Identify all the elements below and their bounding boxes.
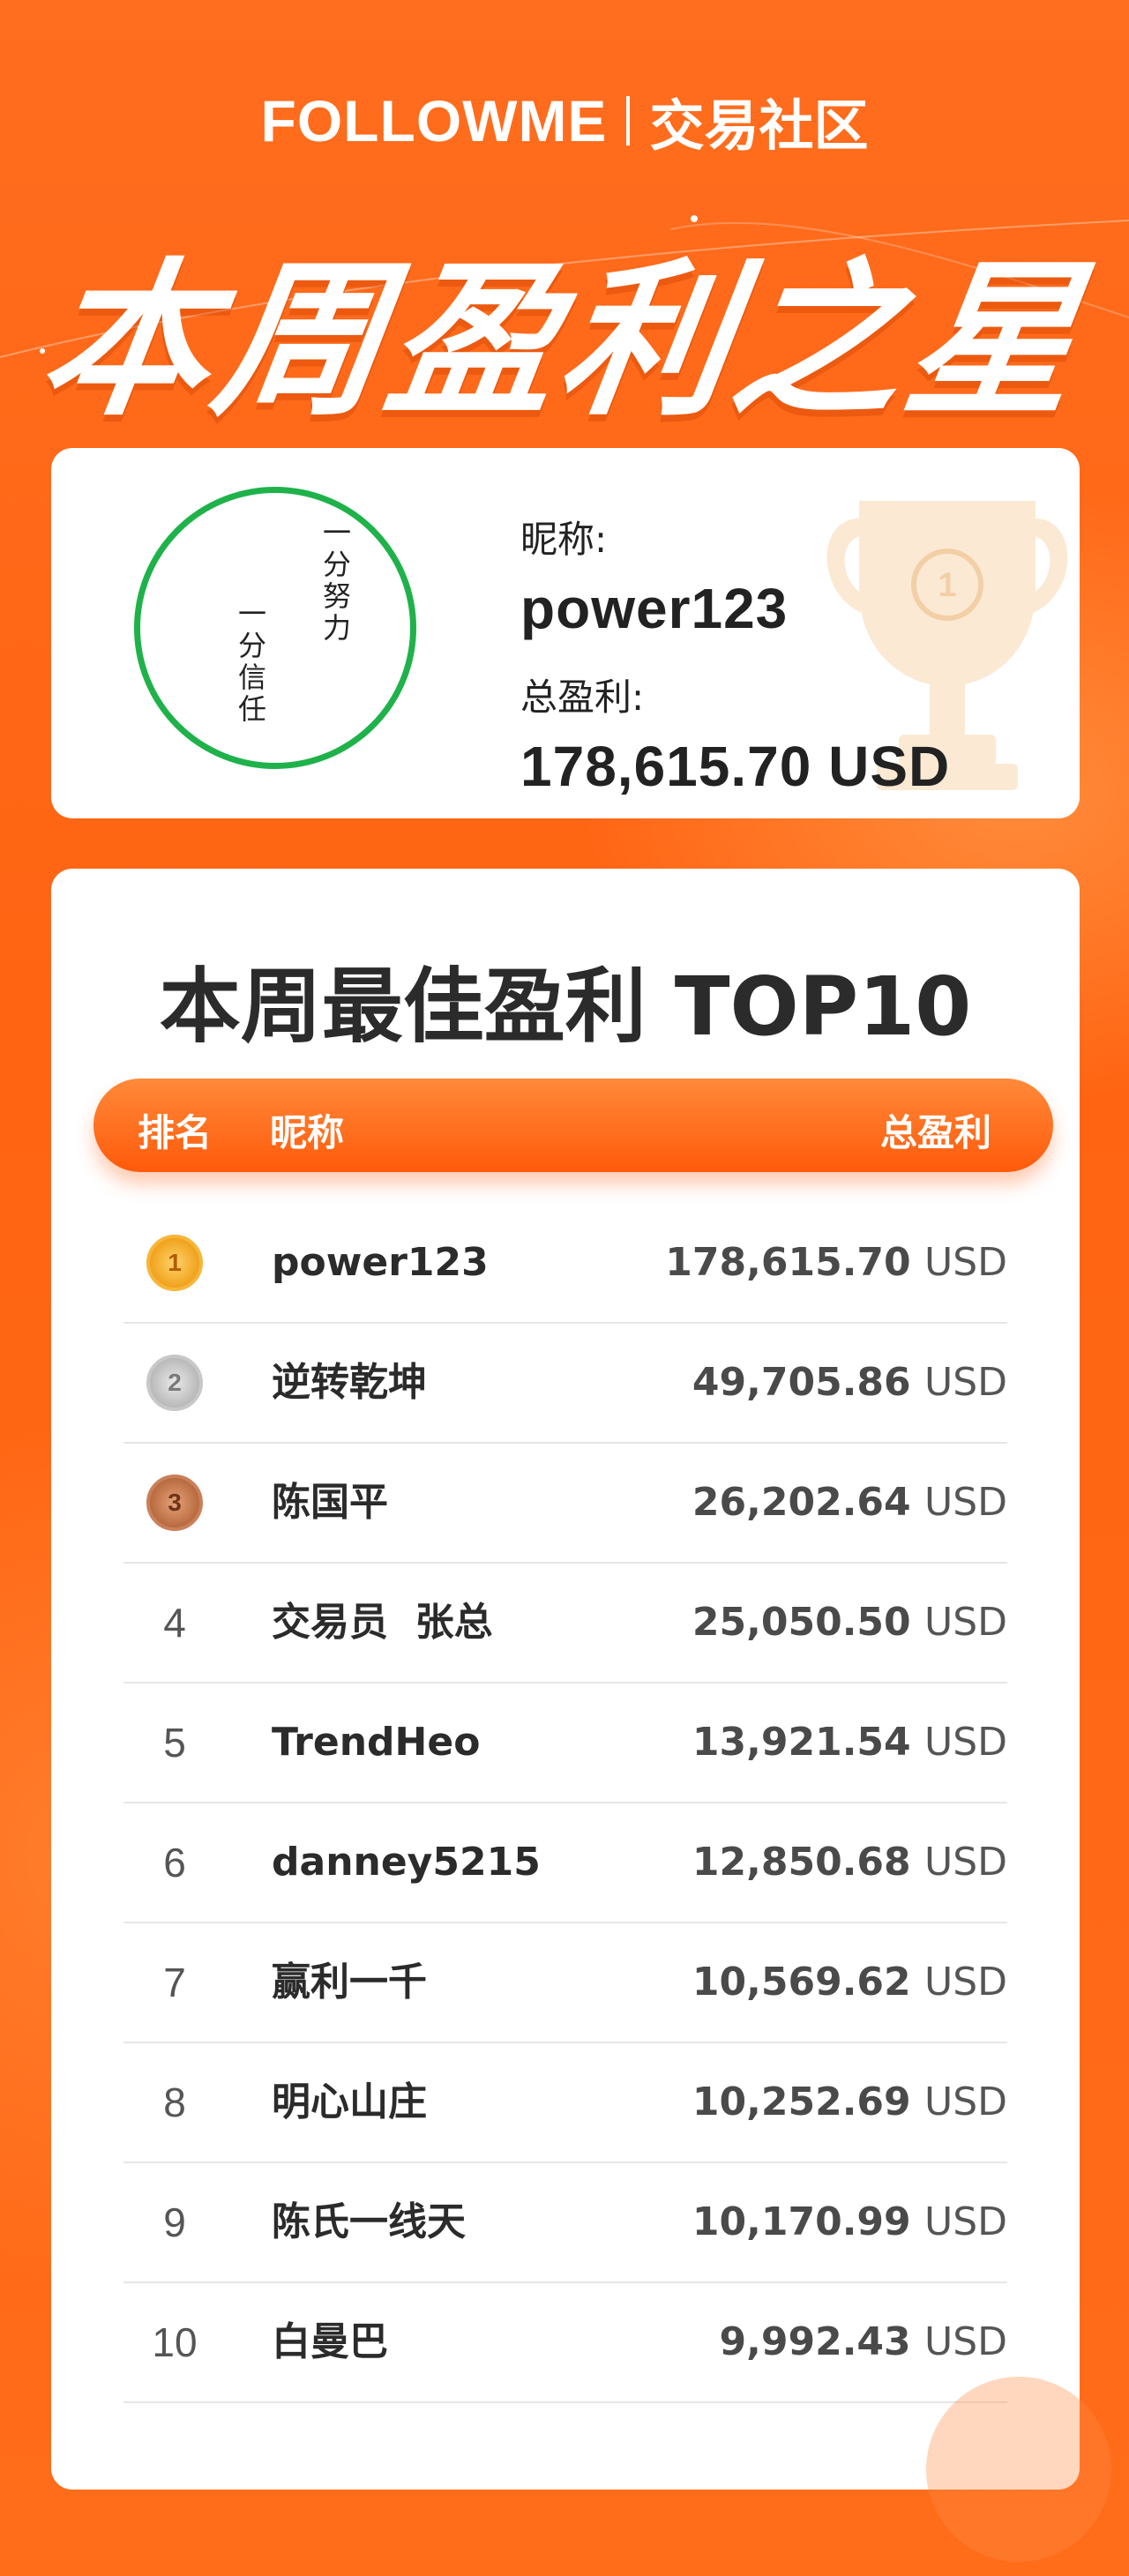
profit-value: 49,705.86 USD	[692, 1324, 1007, 1442]
profit-value: 26,202.64 USD	[692, 1444, 1007, 1562]
profit-value: 9,992.43 USD	[720, 2283, 1007, 2401]
nickname-label: 昵称:	[520, 518, 608, 561]
profit-unit: USD	[923, 1360, 1007, 1405]
winner-card: 1 一分努力 一分信任 昵称: power123 总盈利: 178,615.70…	[51, 448, 1080, 818]
column-profit: 总盈利	[879, 1111, 991, 1154]
trader-name: 陈国平	[272, 1480, 388, 1525]
rank-cell: 8	[163, 2079, 186, 2125]
trader-name: 明心山庄	[272, 2079, 427, 2124]
avatar-text-right: 一分信任	[234, 599, 267, 726]
rank-cell: 6	[163, 1840, 186, 1885]
winner-info: 昵称: power123 总盈利: 178,615.70 USD	[520, 510, 950, 818]
profit-amount: 49,705.86	[692, 1360, 911, 1405]
rank-cell: 3	[123, 1444, 226, 1562]
table-row: 7 赢利一千 10,569.62 USD	[123, 1923, 1007, 2043]
gold-medal-icon: 1	[146, 1235, 203, 1291]
page-title: 本周盈利之星	[30, 243, 1095, 438]
table-row: 4 交易员 张总 25,050.50 USD	[123, 1564, 1007, 1684]
profit-unit: USD	[923, 2319, 1007, 2364]
profit-amount: 12,850.68	[692, 1840, 911, 1885]
profit-unit: USD	[923, 1240, 1007, 1285]
brand-logo: FOLLOWME	[260, 88, 608, 153]
table-row: 6 danney5215 12,850.68 USD	[123, 1803, 1007, 1923]
profit-unit: USD	[923, 1840, 1007, 1885]
profit-label: 总盈利:	[520, 676, 645, 719]
avatar-text-left: 一分努力	[318, 518, 352, 645]
rank-cell: 5	[163, 1720, 186, 1766]
rank-cell: 10	[152, 2319, 198, 2365]
trader-name: power123	[272, 1240, 489, 1285]
profit-amount: 10,569.62	[692, 1960, 911, 2005]
profit-amount: 25,050.50	[692, 1600, 911, 1645]
profit-amount: 9,992.43	[719, 2319, 911, 2364]
profit-unit: USD	[923, 2199, 1007, 2244]
trader-name: TrendHeo	[272, 1720, 481, 1765]
rank-cell: 7	[163, 1960, 186, 2005]
profit-amount: 10,170.99	[692, 2199, 911, 2244]
trader-name: 交易员 张总	[272, 1600, 493, 1645]
winner-profit: 178,615.70 USD	[520, 735, 951, 798]
trader-name: 陈氏一线天	[272, 2199, 466, 2244]
profit-value: 12,850.68 USD	[692, 1803, 1007, 1922]
trader-name: danney5215	[272, 1840, 541, 1885]
table-row: 2 逆转乾坤 49,705.86 USD	[123, 1324, 1007, 1444]
column-name: 昵称	[270, 1111, 345, 1154]
ranking-header-bar: 排名 昵称 总盈利	[93, 1079, 1053, 1172]
table-row: 8 明心山庄 10,252.69 USD	[123, 2043, 1007, 2163]
profit-value: 13,921.54 USD	[692, 1684, 1007, 1802]
profit-value: 10,170.99 USD	[692, 2163, 1007, 2281]
table-row: 1 power123 178,615.70 USD	[123, 1204, 1007, 1324]
avatar: 一分努力 一分信任	[134, 487, 416, 769]
decorative-bubble	[926, 2377, 1111, 2562]
rank-cell: 4	[163, 1600, 186, 1646]
table-row: 10 白曼巴 9,992.43 USD	[123, 2283, 1007, 2403]
rank-cell: 1	[123, 1204, 226, 1322]
bronze-medal-icon: 3	[146, 1475, 203, 1531]
profit-unit: USD	[923, 1600, 1007, 1645]
rank-cell: 2	[123, 1324, 226, 1442]
column-rank: 排名	[138, 1111, 213, 1154]
winner-nickname: power123	[520, 577, 789, 640]
brand-divider	[626, 96, 631, 146]
profit-value: 10,569.62 USD	[692, 1923, 1007, 2042]
profit-unit: USD	[923, 2079, 1007, 2124]
profit-amount: 178,615.70	[665, 1240, 911, 1285]
table-row: 9 陈氏一线天 10,170.99 USD	[123, 2163, 1007, 2283]
profit-unit: USD	[923, 1720, 1007, 1765]
ranking-title: 本周最佳盈利 TOP10	[159, 959, 972, 1054]
profit-unit: USD	[923, 1960, 1007, 2005]
table-row: 3 陈国平 26,202.64 USD	[123, 1444, 1007, 1564]
brand-header: FOLLOWME 交易社区	[0, 81, 1129, 161]
brand-community: 交易社区	[649, 93, 869, 158]
profit-value: 25,050.50 USD	[692, 1564, 1007, 1682]
profit-value: 10,252.69 USD	[692, 2043, 1007, 2162]
rank-cell: 9	[163, 2199, 186, 2245]
profit-unit: USD	[923, 1480, 1007, 1525]
profit-amount: 10,252.69	[692, 2079, 911, 2124]
profit-amount: 26,202.64	[692, 1480, 911, 1525]
table-row: 5 TrendHeo 13,921.54 USD	[123, 1684, 1007, 1803]
trader-name: 赢利一千	[272, 1960, 427, 2005]
profit-amount: 13,921.54	[692, 1720, 911, 1765]
profit-value: 178,615.70 USD	[665, 1204, 1007, 1322]
trader-name: 逆转乾坤	[272, 1360, 427, 1405]
silver-medal-icon: 2	[146, 1355, 203, 1411]
trader-name: 白曼巴	[272, 2319, 388, 2364]
